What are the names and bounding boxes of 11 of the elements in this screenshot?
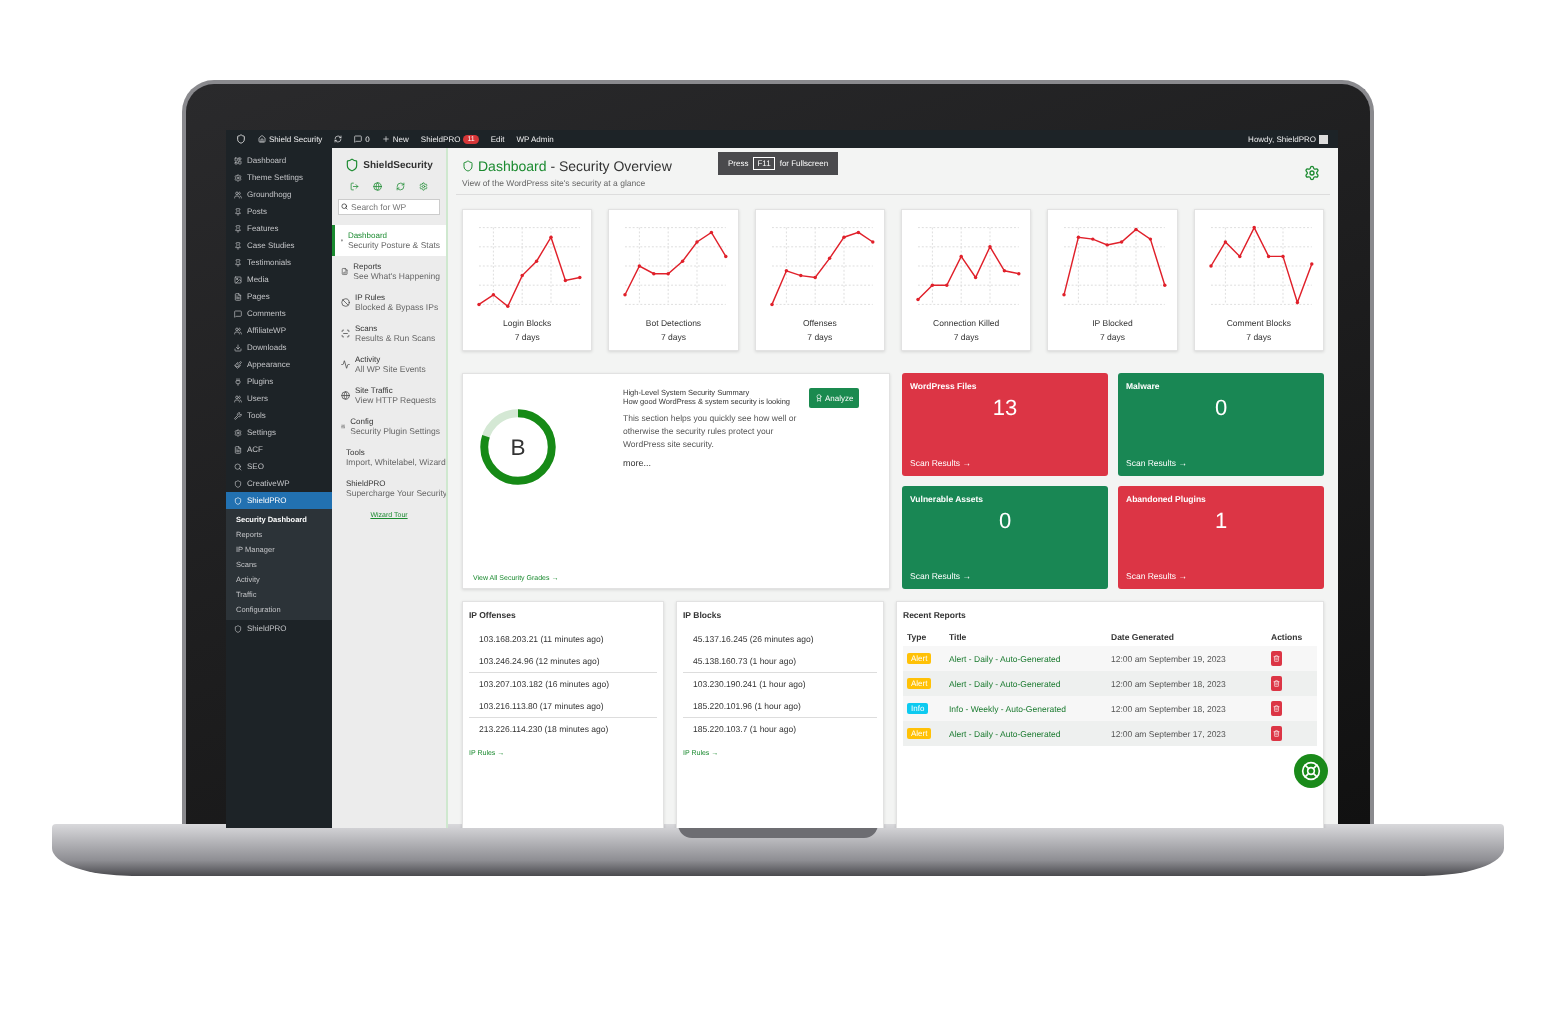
delete-button[interactable]	[1270, 726, 1281, 741]
avatar	[1318, 134, 1327, 144]
stat-value: 0	[1211, 395, 1229, 421]
stat-value: 0	[995, 508, 1013, 534]
settings-icon[interactable]	[1303, 165, 1319, 181]
lifebuoy-icon	[1300, 761, 1320, 781]
stat-value: 1	[1211, 508, 1229, 534]
delete-button[interactable]	[1270, 701, 1281, 716]
delete-button[interactable]	[1270, 676, 1281, 691]
stat-value: 13	[989, 395, 1019, 421]
delete-button[interactable]	[1270, 651, 1281, 666]
